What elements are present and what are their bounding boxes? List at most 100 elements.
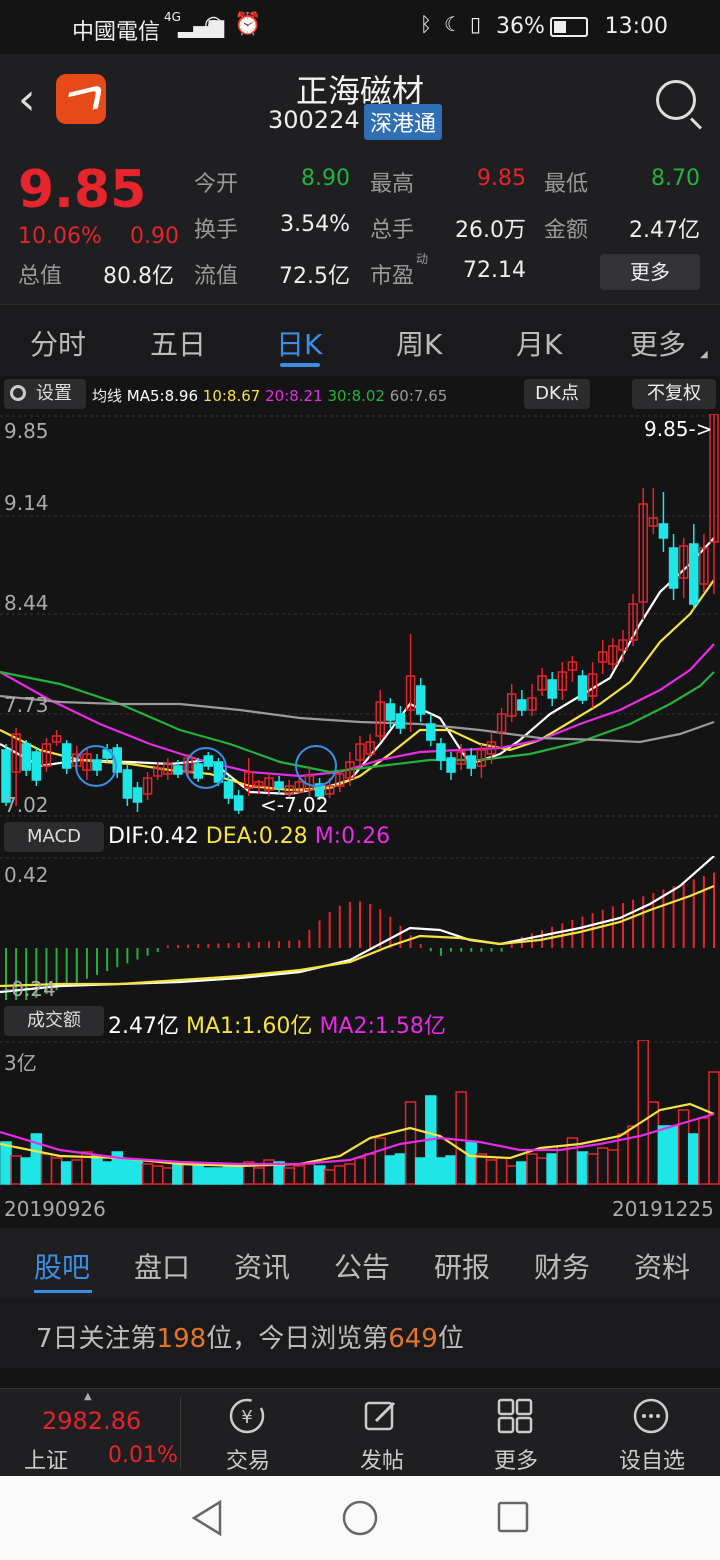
low-value: 8.70: [651, 166, 700, 191]
volume-bar: [131, 1159, 144, 1185]
candle-body: [223, 781, 234, 799]
tab-daily-k[interactable]: 日K: [276, 323, 322, 363]
high-label: 最高: [370, 172, 415, 197]
volume-indicator-button[interactable]: 成交额: [4, 1006, 104, 1036]
quote-panel: 9.85 10.06% 0.90 今开 8.90 最高 9.85 最低 8.70…: [0, 150, 720, 304]
volume-bar: [708, 1071, 720, 1185]
view-rank: 649: [388, 1324, 438, 1354]
candle-body: [132, 787, 143, 803]
macd-dif: DIF:0.42: [108, 824, 199, 849]
more-button[interactable]: 更多: [456, 1389, 576, 1477]
volume-bar: [435, 1157, 447, 1185]
candle-body: [446, 757, 456, 773]
tab-announcements[interactable]: 公告: [334, 1246, 390, 1286]
volume-bar: [637, 1040, 649, 1185]
volume-bar: [586, 1153, 599, 1185]
volume-bar: [172, 1163, 184, 1185]
volume-bar: [414, 1157, 427, 1185]
pe-label: 市盈: [370, 264, 415, 289]
candle-body: [547, 679, 557, 699]
candle-body: [274, 781, 284, 789]
stock-header: ‹ 正海磁材 300224 深港通: [0, 54, 720, 150]
volume-bar: [10, 1155, 22, 1185]
ma10-value: 10:8.67: [202, 387, 261, 405]
trade-button[interactable]: ¥ 交易: [188, 1389, 308, 1477]
volume-bar: [607, 1149, 619, 1185]
ma-legend: 均线 MA5:8.96 10:8.67 20:8.21 30:8.02 60:7…: [92, 385, 447, 406]
post-label: 发帖: [359, 1449, 404, 1474]
tab-intraday[interactable]: 分时: [30, 323, 86, 363]
volume-bar: [60, 1161, 73, 1185]
nav-back-icon[interactable]: [188, 1498, 228, 1538]
tab-weekly-k[interactable]: 周K: [396, 323, 442, 363]
no-adjust-button[interactable]: 不复权: [632, 379, 716, 409]
candle-body: [193, 763, 203, 779]
more-quote-button[interactable]: 更多: [600, 254, 700, 290]
grid-icon: [497, 1398, 533, 1434]
macd-dif-line: [0, 856, 715, 994]
trade-label: 交易: [225, 1449, 270, 1474]
volume-bar: [465, 1141, 478, 1185]
ma5-value: MA5:8.96: [126, 387, 198, 405]
volume-bar: [0, 1141, 12, 1185]
tab-research[interactable]: 研报: [434, 1246, 490, 1286]
more-label: 更多: [493, 1449, 538, 1474]
volume-bar: [344, 1163, 356, 1185]
candle-body: [233, 795, 244, 811]
index-name: 上证: [24, 1449, 69, 1474]
volume-bar: [283, 1167, 295, 1185]
volume-bar: [374, 1137, 386, 1185]
tab-five-day[interactable]: 五日: [150, 323, 206, 363]
follow-rank: 198: [156, 1324, 207, 1354]
search-icon[interactable]: [656, 80, 696, 120]
ma30-value: 30:8.02: [327, 387, 385, 405]
candlestick-chart[interactable]: 9.85 9.14 8.44 7.73 7.02 9.85-> <-7.02: [0, 414, 720, 818]
nav-recents-icon[interactable]: [494, 1498, 534, 1538]
volume-bar: [475, 1153, 488, 1185]
tab-guba[interactable]: 股吧: [34, 1246, 90, 1286]
volume-bar: [101, 1161, 113, 1185]
y-tick-label: 8.44: [4, 591, 49, 615]
volume-bar: [293, 1165, 306, 1185]
candle-body: [203, 755, 214, 767]
volume-chart: 3亿 20190926 20191225: [0, 1040, 720, 1221]
macd-indicator-button[interactable]: MACD: [4, 822, 104, 852]
index-change: 0.01%: [108, 1443, 178, 1468]
volume-bar: [20, 1157, 32, 1185]
gear-icon: [10, 385, 26, 401]
amount-value: 2.47亿: [629, 218, 700, 243]
volume-y-tick: 3亿: [4, 1051, 37, 1075]
last-price: 9.85: [18, 160, 147, 220]
period-tabs: 分时 五日 日K 周K 月K 更多 ◢: [0, 304, 720, 376]
post-button[interactable]: 发帖: [322, 1389, 442, 1477]
candle-body: [395, 713, 406, 729]
bluetooth-icon: ᛒ: [420, 12, 432, 36]
volume-bar: [71, 1159, 83, 1185]
volume-label: 总手: [370, 218, 415, 243]
tab-pankou[interactable]: 盘口: [134, 1246, 190, 1286]
tab-more[interactable]: 更多: [630, 323, 686, 363]
volume-bar: [576, 1151, 589, 1185]
tab-profile[interactable]: 资料: [634, 1246, 690, 1286]
tab-news[interactable]: 资讯: [234, 1246, 290, 1286]
volume-bar: [222, 1165, 235, 1185]
volume-bar: [334, 1165, 346, 1185]
min-price-label: <-7.02: [260, 793, 329, 817]
edit-icon: [364, 1401, 396, 1431]
candle-body: [415, 685, 426, 715]
dk-points-button[interactable]: DK点: [524, 379, 590, 409]
dots-circle-icon: [633, 1398, 669, 1434]
tab-finance[interactable]: 财务: [534, 1246, 590, 1286]
candle-body: [61, 743, 72, 769]
nav-home-icon[interactable]: [340, 1498, 380, 1538]
candle-body: [173, 765, 183, 775]
add-watchlist-button[interactable]: 设自选: [592, 1389, 712, 1477]
volume-bar: [151, 1165, 164, 1185]
status-bar: 中國電信 4G ▂▄▆ ◉ ⏰ ᛒ ☾ ▯ 36% 13:00: [0, 0, 720, 54]
open-value: 8.90: [301, 166, 350, 191]
index-quote[interactable]: ▲ 2982.86 上证 0.01%: [0, 1389, 180, 1477]
candle-body: [31, 751, 42, 781]
float-cap-label: 流值: [194, 264, 239, 289]
tab-monthly-k[interactable]: 月K: [516, 323, 562, 363]
x-end-date: 20191225: [612, 1197, 714, 1221]
